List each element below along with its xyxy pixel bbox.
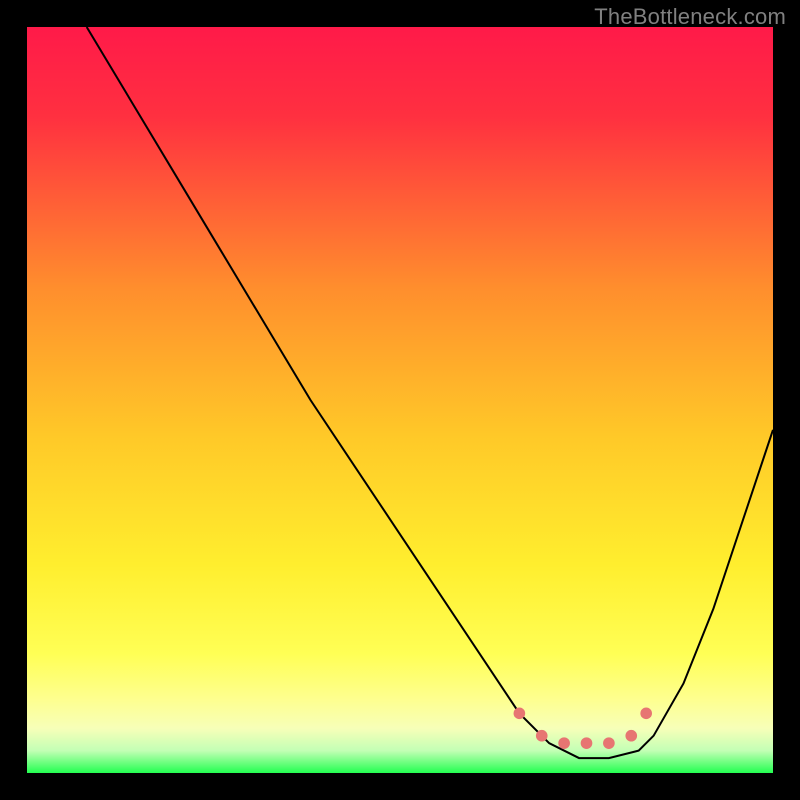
chart-frame: TheBottleneck.com (0, 0, 800, 800)
sweet-spot-marker (514, 708, 526, 720)
watermark-text: TheBottleneck.com (594, 4, 786, 30)
sweet-spot-marker (558, 737, 570, 749)
gradient-background (27, 27, 773, 773)
sweet-spot-marker (536, 730, 548, 742)
sweet-spot-marker (581, 737, 593, 749)
sweet-spot-marker (603, 737, 615, 749)
chart-plot (27, 27, 773, 773)
sweet-spot-marker (640, 708, 652, 720)
sweet-spot-marker (625, 730, 637, 742)
